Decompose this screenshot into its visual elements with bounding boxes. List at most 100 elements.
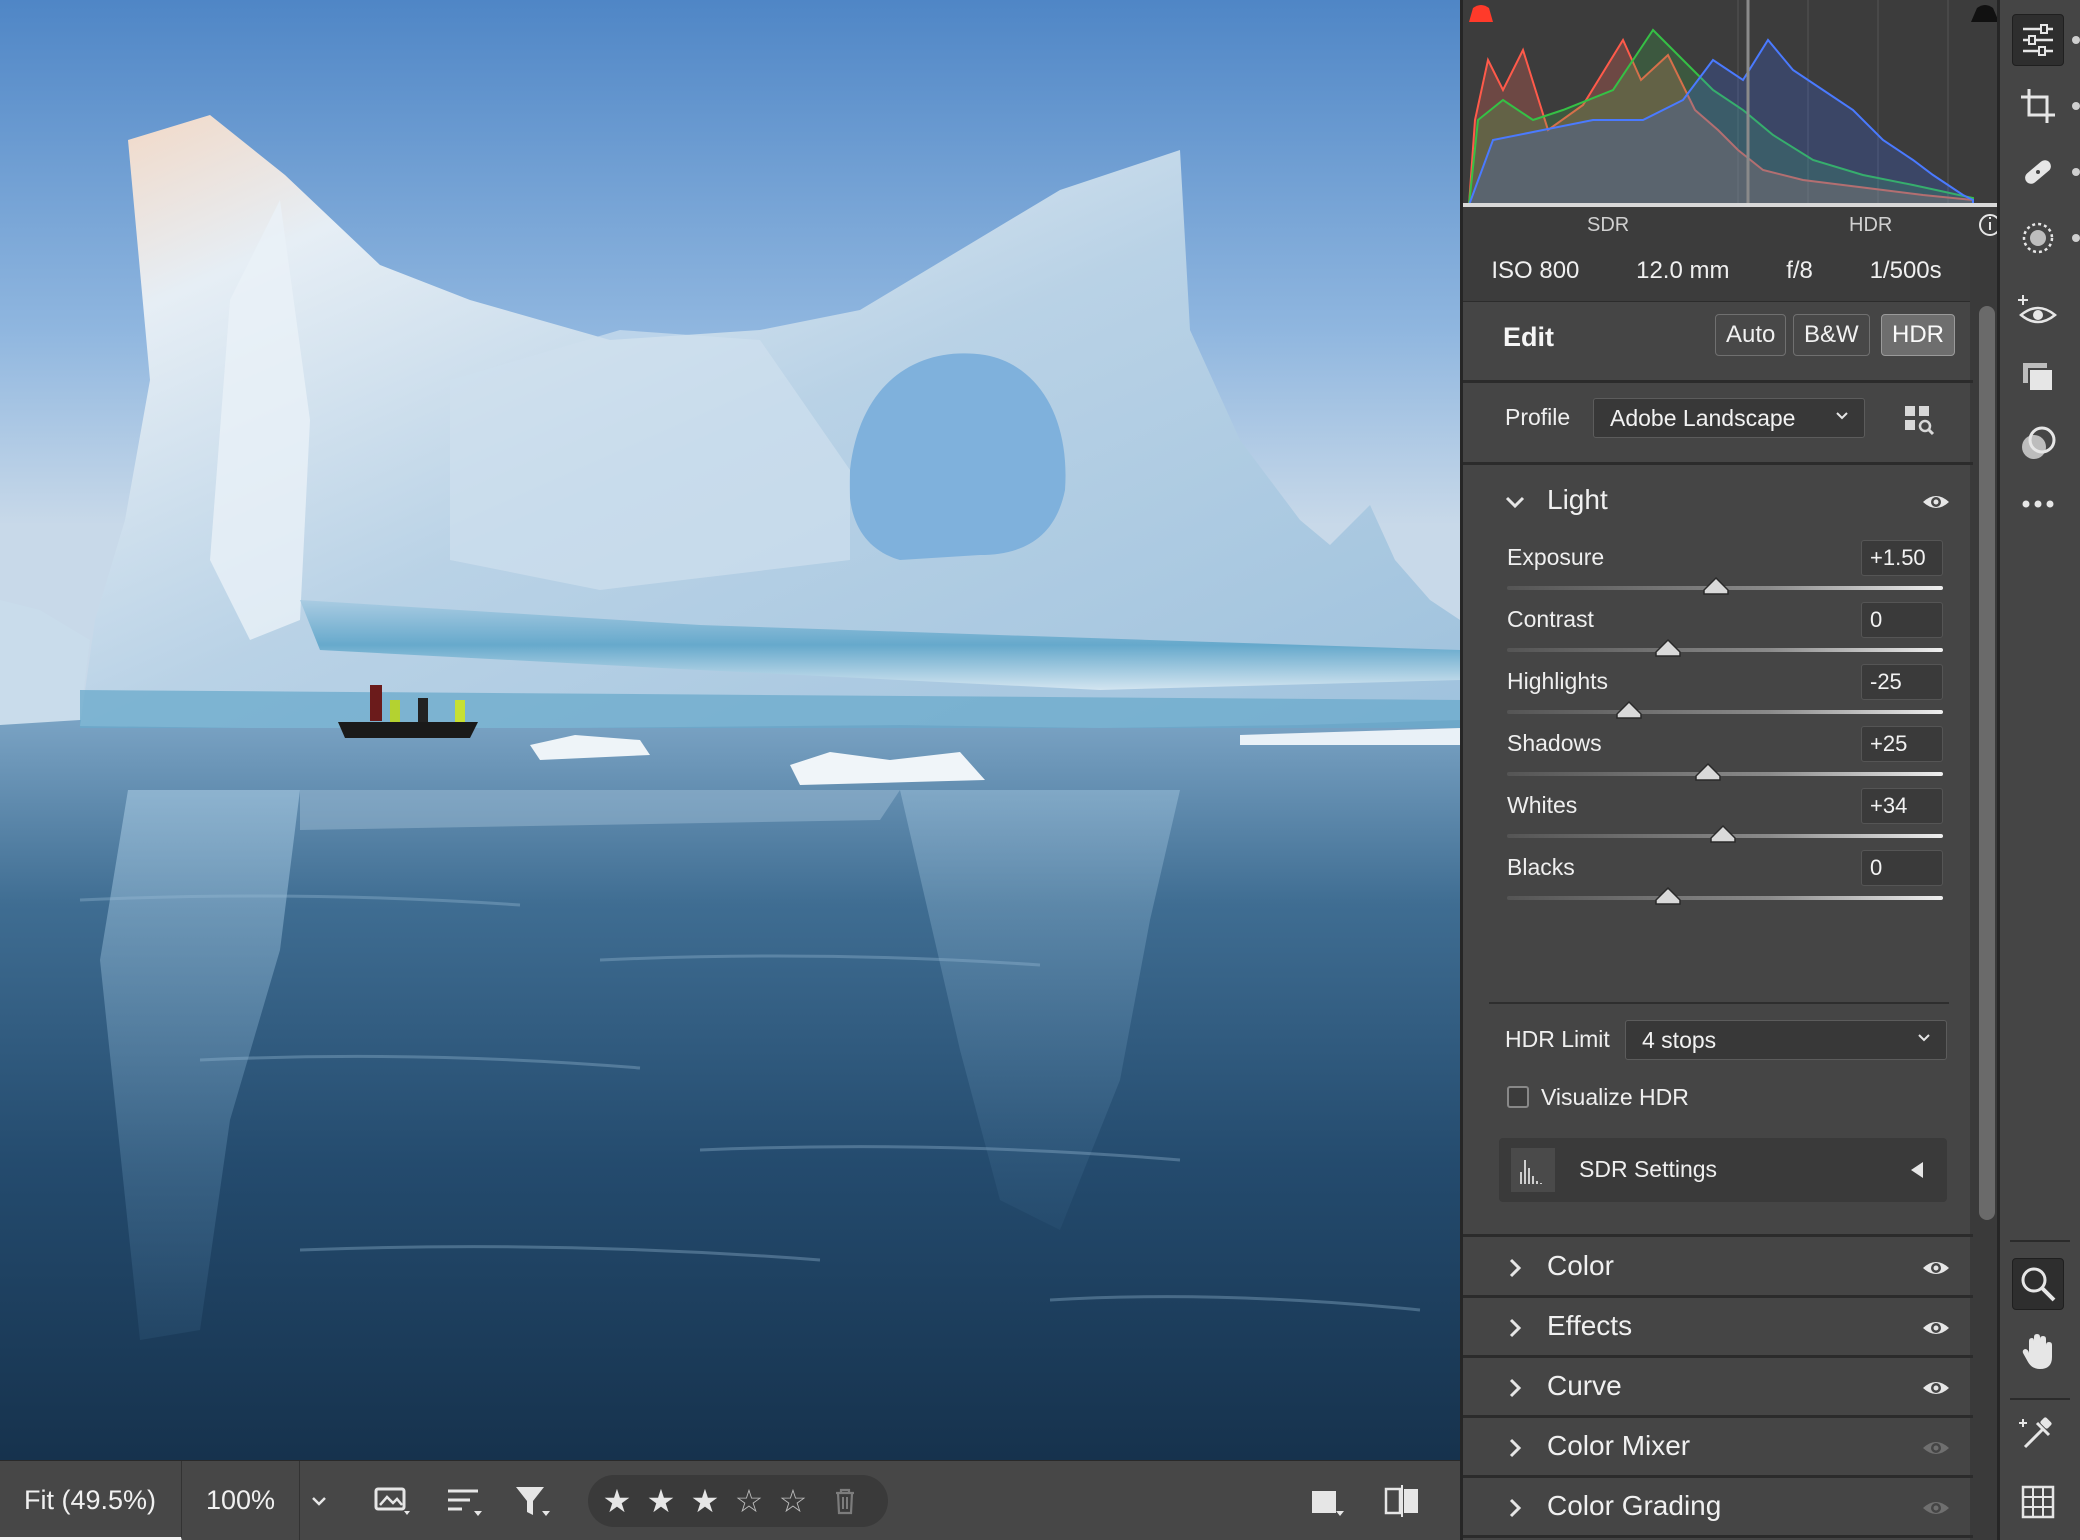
exif-bar: ISO 800 12.0 mm f/8 1/500s bbox=[1463, 240, 1970, 302]
tool-rail bbox=[1997, 0, 2080, 1540]
star-4-icon[interactable]: ☆ bbox=[734, 1482, 764, 1520]
chevron-right-icon bbox=[1509, 1438, 1522, 1458]
slider-value-field[interactable]: -25 bbox=[1861, 664, 1943, 700]
eye-icon[interactable] bbox=[1921, 1498, 1951, 1518]
edit-panel: SDR HDR ISO 800 12.0 mm f/8 1/500s Edit … bbox=[1460, 0, 2003, 1540]
slider-track[interactable] bbox=[1507, 648, 1943, 652]
panel-content: Edit Auto B&W HDR Profile Adobe Landscap… bbox=[1463, 302, 1973, 1540]
zoom-100-button[interactable]: 100% bbox=[182, 1460, 300, 1540]
slider-label: Whites bbox=[1507, 792, 1578, 818]
before-after-icon[interactable] bbox=[1382, 1481, 1422, 1521]
edit-sliders-icon[interactable] bbox=[2012, 14, 2064, 66]
star-3-icon[interactable]: ★ bbox=[690, 1482, 720, 1520]
section-title: Curve bbox=[1547, 1370, 1622, 1401]
section-title: Effects bbox=[1547, 1310, 1633, 1341]
more-icon[interactable] bbox=[2012, 478, 2064, 530]
slider-track[interactable] bbox=[1507, 896, 1943, 900]
crop-icon[interactable] bbox=[2012, 80, 2064, 132]
profile-row: Profile Adobe Landscape bbox=[1463, 384, 1973, 460]
hdr-button[interactable]: HDR bbox=[1881, 314, 1955, 356]
divider bbox=[1463, 1234, 1973, 1237]
profile-value: Adobe Landscape bbox=[1610, 404, 1796, 431]
slider-thumb[interactable] bbox=[1702, 576, 1730, 596]
section-color-grading-header[interactable]: Color Grading bbox=[1463, 1478, 1973, 1536]
zoom-icon[interactable] bbox=[2012, 1258, 2064, 1310]
star-5-icon[interactable]: ☆ bbox=[778, 1482, 808, 1520]
section-color-header[interactable]: Color bbox=[1463, 1238, 1973, 1296]
slider-value-field[interactable]: +1.50 bbox=[1861, 540, 1943, 576]
profile-browser-icon[interactable] bbox=[1903, 404, 1935, 436]
grid-icon[interactable] bbox=[2012, 1476, 2064, 1528]
slider-value-field[interactable]: +34 bbox=[1861, 788, 1943, 824]
single-view-icon[interactable] bbox=[1306, 1481, 1346, 1521]
eye-icon[interactable] bbox=[1921, 1378, 1951, 1398]
slider-shadows: Shadows +25 bbox=[1507, 726, 1947, 788]
collapse-left-icon bbox=[1911, 1162, 1923, 1178]
zoom-menu-chevron-icon[interactable] bbox=[300, 1461, 338, 1540]
snapshots-icon[interactable] bbox=[2012, 352, 2064, 404]
masking-icon[interactable] bbox=[2012, 212, 2064, 264]
star-1-icon[interactable]: ★ bbox=[602, 1482, 632, 1520]
slider-track[interactable] bbox=[1507, 772, 1943, 776]
eye-icon[interactable] bbox=[1921, 492, 1951, 512]
healing-icon[interactable] bbox=[2012, 146, 2064, 198]
chevron-right-icon bbox=[1509, 1378, 1522, 1398]
slider-label: Contrast bbox=[1507, 606, 1594, 632]
edit-title: Edit bbox=[1503, 322, 1554, 352]
chevron-down-icon bbox=[1918, 1034, 1930, 1042]
sdr-label: SDR bbox=[1587, 214, 1630, 236]
histogram bbox=[1463, 0, 2003, 240]
focal-length-value: 12.0 mm bbox=[1636, 256, 1730, 284]
edit-header: Edit Auto B&W HDR bbox=[1463, 302, 1973, 378]
hdr-limit-dropdown[interactable]: 4 stops bbox=[1625, 1020, 1947, 1060]
hand-icon[interactable] bbox=[2012, 1326, 2064, 1378]
slider-thumb[interactable] bbox=[1615, 700, 1643, 720]
section-color-mixer-header[interactable]: Color Mixer bbox=[1463, 1418, 1973, 1476]
chevron-right-icon bbox=[1509, 1258, 1522, 1278]
panel-scrollbar[interactable] bbox=[1979, 306, 1995, 1220]
eye-icon[interactable] bbox=[1921, 1438, 1951, 1458]
eye-icon[interactable] bbox=[1921, 1318, 1951, 1338]
chevron-down-icon bbox=[1836, 412, 1848, 420]
slider-value-field[interactable]: +25 bbox=[1861, 726, 1943, 762]
profile-dropdown[interactable]: Adobe Landscape bbox=[1593, 398, 1865, 438]
tool-dot bbox=[2072, 234, 2080, 242]
trash-icon[interactable] bbox=[830, 1485, 860, 1517]
slider-thumb[interactable] bbox=[1709, 824, 1737, 844]
slider-thumb[interactable] bbox=[1654, 886, 1682, 906]
slider-value-field[interactable]: 0 bbox=[1861, 850, 1943, 886]
hdr-limit-row: HDR Limit 4 stops bbox=[1463, 1016, 1973, 1076]
slider-value-field[interactable]: 0 bbox=[1861, 602, 1943, 638]
slider-highlights: Highlights -25 bbox=[1507, 664, 1947, 726]
presets-icon[interactable] bbox=[2012, 418, 2064, 470]
bw-button[interactable]: B&W bbox=[1793, 314, 1870, 356]
filter-icon[interactable] bbox=[512, 1481, 552, 1521]
section-effects-header[interactable]: Effects bbox=[1463, 1298, 1973, 1356]
visualize-hdr-checkbox[interactable] bbox=[1507, 1086, 1529, 1108]
slider-track[interactable] bbox=[1507, 710, 1943, 714]
filmstrip-icon[interactable] bbox=[372, 1481, 412, 1521]
sdr-settings-button[interactable]: SDR Settings bbox=[1499, 1138, 1947, 1202]
sampler-icon[interactable] bbox=[2012, 1408, 2064, 1460]
profile-label: Profile bbox=[1505, 404, 1571, 430]
sort-icon[interactable] bbox=[444, 1481, 484, 1521]
visualize-hdr-label: Visualize HDR bbox=[1541, 1084, 1689, 1110]
slider-thumb[interactable] bbox=[1694, 762, 1722, 782]
slider-exposure: Exposure +1.50 bbox=[1507, 540, 1947, 602]
visualize-hdr-row: Visualize HDR bbox=[1463, 1072, 1973, 1122]
divider bbox=[2010, 1398, 2070, 1400]
image-canvas[interactable] bbox=[0, 0, 1460, 1460]
eye-icon[interactable] bbox=[1921, 1258, 1951, 1278]
star-2-icon[interactable]: ★ bbox=[646, 1482, 676, 1520]
section-light-header[interactable]: Light bbox=[1463, 464, 1973, 540]
auto-button[interactable]: Auto bbox=[1715, 314, 1787, 356]
camera-raw-window: Fit (49.5%) 100% ★ ★ ★ ☆ ☆ SDR HDR ISO 8… bbox=[0, 0, 2080, 1540]
zoom-fit-button[interactable]: Fit (49.5%) bbox=[0, 1460, 182, 1540]
slider-thumb[interactable] bbox=[1654, 638, 1682, 658]
section-title: Color Mixer bbox=[1547, 1430, 1691, 1461]
slider-label: Shadows bbox=[1507, 730, 1602, 756]
section-curve-header[interactable]: Curve bbox=[1463, 1358, 1973, 1416]
histogram-labels: SDR HDR bbox=[1463, 208, 2003, 240]
red-eye-icon[interactable] bbox=[2012, 286, 2064, 338]
photo-iceberg bbox=[0, 0, 1460, 1460]
